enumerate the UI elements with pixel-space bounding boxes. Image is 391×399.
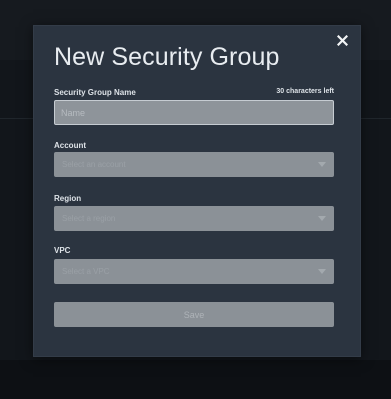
background-footer: [0, 360, 391, 399]
security-group-name-input[interactable]: [54, 100, 334, 125]
vpc-select-value: Select a VPC: [62, 267, 110, 276]
background-column: [360, 100, 372, 340]
close-button[interactable]: [334, 32, 350, 48]
region-select[interactable]: Select a region: [54, 206, 334, 231]
region-select-value: Select a region: [62, 214, 116, 223]
new-security-group-modal: New Security Group Security Group Name 3…: [33, 25, 361, 357]
chevron-down-icon: [318, 161, 326, 167]
account-select[interactable]: Select an account: [54, 152, 334, 177]
security-group-name-label: Security Group Name: [54, 88, 136, 97]
characters-left-counter: 30 characters left: [276, 88, 334, 95]
region-label: Region: [54, 194, 82, 203]
vpc-select[interactable]: Select a VPC: [54, 259, 334, 284]
account-label: Account: [54, 141, 86, 150]
modal-title: New Security Group: [54, 43, 280, 71]
chevron-down-icon: [318, 215, 326, 221]
save-button[interactable]: Save: [54, 302, 334, 327]
vpc-label: VPC: [54, 246, 71, 255]
account-select-value: Select an account: [62, 160, 126, 169]
chevron-down-icon: [318, 268, 326, 274]
close-icon: [336, 34, 348, 46]
